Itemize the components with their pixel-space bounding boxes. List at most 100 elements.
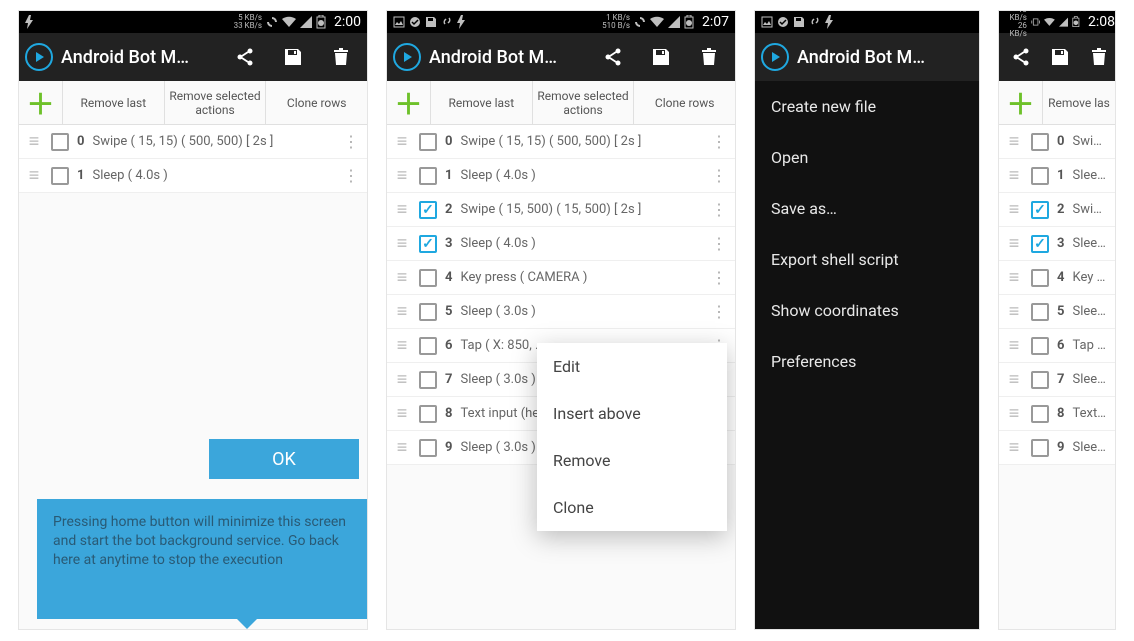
row-checkbox[interactable] — [419, 133, 437, 151]
row-checkbox[interactable] — [1031, 405, 1049, 423]
drag-handle-icon[interactable]: ≡ — [25, 165, 43, 186]
row-checkbox[interactable] — [1031, 303, 1049, 321]
row-overflow-button[interactable]: ⋮ — [341, 166, 361, 185]
row-overflow-button[interactable]: ⋮ — [709, 132, 729, 151]
delete-button[interactable] — [321, 37, 361, 77]
clone-rows-button[interactable]: Clone rows — [266, 81, 367, 124]
row-checkbox[interactable] — [419, 167, 437, 185]
drag-handle-icon[interactable]: ≡ — [393, 403, 411, 424]
share-button[interactable] — [225, 37, 265, 77]
action-row[interactable]: ≡6Tap ( X: — [999, 329, 1115, 363]
drag-handle-icon[interactable]: ≡ — [1005, 233, 1023, 254]
drawer-item[interactable]: Show coordinates — [755, 285, 980, 336]
drag-handle-icon[interactable]: ≡ — [1005, 369, 1023, 390]
row-overflow-button[interactable]: ⋮ — [709, 302, 729, 321]
row-checkbox[interactable] — [419, 371, 437, 389]
context-menu-item[interactable]: Remove — [537, 437, 727, 484]
drag-handle-icon[interactable]: ≡ — [393, 301, 411, 322]
row-overflow-button[interactable]: ⋮ — [709, 234, 729, 253]
remove-selected-button[interactable]: Remove selected actions — [165, 81, 267, 124]
row-overflow-button[interactable]: ⋮ — [709, 200, 729, 219]
share-button[interactable] — [1005, 37, 1036, 77]
remove-last-button[interactable]: Remove last — [63, 81, 165, 124]
row-checkbox[interactable] — [1031, 235, 1049, 253]
drag-handle-icon[interactable]: ≡ — [1005, 403, 1023, 424]
drawer-item[interactable]: Open — [755, 132, 980, 183]
context-menu-item[interactable]: Insert above — [537, 390, 727, 437]
row-checkbox[interactable] — [1031, 269, 1049, 287]
drag-handle-icon[interactable]: ≡ — [393, 165, 411, 186]
action-row[interactable]: ≡3Sleep ( — [999, 227, 1115, 261]
delete-button[interactable] — [689, 37, 729, 77]
row-overflow-button[interactable]: ⋮ — [341, 132, 361, 151]
remove-last-button[interactable]: Remove last — [431, 81, 533, 124]
row-checkbox[interactable] — [419, 303, 437, 321]
drag-handle-icon[interactable]: ≡ — [25, 131, 43, 152]
action-row[interactable]: ≡2Swipe ( 15, 500) ( 15, 500) [ 2s ]⋮ — [387, 193, 735, 227]
drag-handle-icon[interactable]: ≡ — [393, 233, 411, 254]
row-checkbox[interactable] — [419, 405, 437, 423]
action-row[interactable]: ≡0Swipe ( — [999, 125, 1115, 159]
action-row[interactable]: ≡7Sleep ( — [999, 363, 1115, 397]
drag-handle-icon[interactable]: ≡ — [1005, 199, 1023, 220]
action-row[interactable]: ≡8Text inp — [999, 397, 1115, 431]
add-action-button[interactable]: ＋ — [387, 81, 431, 124]
row-checkbox[interactable] — [51, 133, 69, 151]
action-row[interactable]: ≡1Sleep ( — [999, 159, 1115, 193]
action-row[interactable]: ≡9Sleep ( — [999, 431, 1115, 465]
add-action-button[interactable]: ＋ — [19, 81, 63, 124]
row-overflow-button[interactable]: ⋮ — [709, 268, 729, 287]
drag-handle-icon[interactable]: ≡ — [393, 369, 411, 390]
drag-handle-icon[interactable]: ≡ — [1005, 165, 1023, 186]
drag-handle-icon[interactable]: ≡ — [1005, 301, 1023, 322]
action-row[interactable]: ≡4Key pre — [999, 261, 1115, 295]
action-row[interactable]: ≡1Sleep ( 4.0s )⋮ — [19, 159, 367, 193]
ok-button[interactable]: OK — [209, 439, 359, 479]
drag-handle-icon[interactable]: ≡ — [1005, 131, 1023, 152]
save-button[interactable] — [1044, 37, 1075, 77]
row-checkbox[interactable] — [419, 201, 437, 219]
drag-handle-icon[interactable]: ≡ — [393, 199, 411, 220]
action-row[interactable]: ≡5Sleep ( — [999, 295, 1115, 329]
row-checkbox[interactable] — [419, 337, 437, 355]
drag-handle-icon[interactable]: ≡ — [1005, 335, 1023, 356]
delete-button[interactable] — [1084, 37, 1115, 77]
row-checkbox[interactable] — [1031, 201, 1049, 219]
row-checkbox[interactable] — [419, 439, 437, 457]
action-row[interactable]: ≡5Sleep ( 3.0s )⋮ — [387, 295, 735, 329]
remove-last-button[interactable]: Remove las — [1043, 81, 1115, 124]
drawer-item[interactable]: Preferences — [755, 336, 980, 387]
drag-handle-icon[interactable]: ≡ — [393, 267, 411, 288]
drag-handle-icon[interactable]: ≡ — [1005, 437, 1023, 458]
context-menu-item[interactable]: Clone — [537, 484, 727, 531]
action-row[interactable]: ≡0Swipe ( 15, 15) ( 500, 500) [ 2s ]⋮ — [387, 125, 735, 159]
drag-handle-icon[interactable]: ≡ — [393, 437, 411, 458]
row-checkbox[interactable] — [1031, 371, 1049, 389]
row-checkbox[interactable] — [1031, 337, 1049, 355]
drag-handle-icon[interactable]: ≡ — [393, 335, 411, 356]
row-overflow-button[interactable]: ⋮ — [709, 166, 729, 185]
action-row[interactable]: ≡2Swipe ( — [999, 193, 1115, 227]
row-checkbox[interactable] — [1031, 133, 1049, 151]
row-checkbox[interactable] — [1031, 167, 1049, 185]
drawer-item[interactable]: Export shell script — [755, 234, 980, 285]
action-row[interactable]: ≡4Key press ( CAMERA )⋮ — [387, 261, 735, 295]
action-row[interactable]: ≡0Swipe ( 15, 15) ( 500, 500) [ 2s ]⋮ — [19, 125, 367, 159]
context-menu-item[interactable]: Edit — [537, 343, 727, 390]
drag-handle-icon[interactable]: ≡ — [393, 131, 411, 152]
row-checkbox[interactable] — [1031, 439, 1049, 457]
save-button[interactable] — [273, 37, 313, 77]
row-checkbox[interactable] — [51, 167, 69, 185]
drag-handle-icon[interactable]: ≡ — [1005, 267, 1023, 288]
save-button[interactable] — [641, 37, 681, 77]
row-checkbox[interactable] — [419, 269, 437, 287]
drawer-item[interactable]: Create new file — [755, 81, 980, 132]
remove-selected-button[interactable]: Remove selected actions — [533, 81, 635, 124]
add-action-button[interactable]: ＋ — [999, 81, 1043, 124]
share-button[interactable] — [593, 37, 633, 77]
clone-rows-button[interactable]: Clone rows — [634, 81, 735, 124]
row-checkbox[interactable] — [419, 235, 437, 253]
drawer-item[interactable]: Save as… — [755, 183, 980, 234]
action-row[interactable]: ≡1Sleep ( 4.0s )⋮ — [387, 159, 735, 193]
action-row[interactable]: ≡3Sleep ( 4.0s )⋮ — [387, 227, 735, 261]
